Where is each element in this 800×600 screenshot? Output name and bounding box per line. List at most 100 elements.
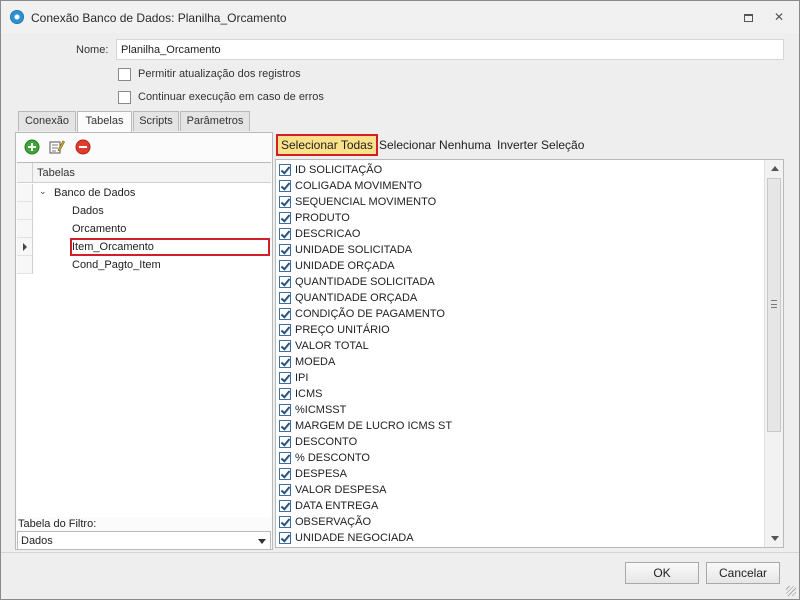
tree-node-dados[interactable]: Dados bbox=[72, 205, 104, 217]
select-all-button[interactable]: Selecionar Todas bbox=[276, 134, 378, 156]
field-item[interactable]: CONDIÇÃO DE PAGAMENTO bbox=[279, 306, 445, 322]
field-checkbox[interactable] bbox=[279, 468, 291, 480]
field-item[interactable]: MOEDA bbox=[279, 354, 335, 370]
field-item[interactable]: DATA ENTREGA bbox=[279, 498, 378, 514]
scroll-down-icon[interactable] bbox=[771, 536, 779, 541]
field-item[interactable]: COLIGADA MOVIMENTO bbox=[279, 178, 422, 194]
continue-on-error-option[interactable]: Continuar execução em caso de erros bbox=[118, 89, 324, 105]
row-selector-current[interactable] bbox=[17, 238, 33, 256]
resize-grip[interactable] bbox=[786, 586, 796, 596]
field-item[interactable]: VALOR TOTAL bbox=[279, 338, 369, 354]
field-item[interactable]: QUANTIDADE SOLICITADA bbox=[279, 274, 435, 290]
field-checkbox[interactable] bbox=[279, 276, 291, 288]
edit-icon[interactable] bbox=[49, 139, 65, 155]
field-item[interactable]: PREÇO UNITÁRIO bbox=[279, 322, 390, 338]
field-checkbox[interactable] bbox=[279, 340, 291, 352]
field-item[interactable]: DESCONTO bbox=[279, 434, 357, 450]
field-checkbox[interactable] bbox=[279, 516, 291, 528]
field-checkbox[interactable] bbox=[279, 500, 291, 512]
field-item[interactable]: ID SOLICITAÇÃO bbox=[279, 162, 382, 178]
field-item[interactable]: SEQUENCIAL MOVIMENTO bbox=[279, 194, 436, 210]
field-checkbox[interactable] bbox=[279, 228, 291, 240]
filter-selected-value: Dados bbox=[21, 535, 53, 547]
tab-tabelas[interactable]: Tabelas bbox=[77, 111, 132, 132]
tab-conexao[interactable]: Conexão bbox=[18, 111, 76, 131]
tab-scripts[interactable]: Scripts bbox=[133, 111, 179, 131]
field-checkbox[interactable] bbox=[279, 244, 291, 256]
tree-node-item-orcamento[interactable]: Item_Orcamento bbox=[72, 241, 154, 253]
vertical-scrollbar[interactable] bbox=[764, 160, 783, 547]
add-icon[interactable] bbox=[24, 139, 40, 155]
field-item[interactable]: %ICMSST bbox=[279, 402, 346, 418]
field-item[interactable]: DESCRICAO bbox=[279, 226, 360, 242]
field-label: VALOR TOTAL bbox=[295, 340, 369, 352]
field-checkbox[interactable] bbox=[279, 372, 291, 384]
filter-table-select[interactable]: Dados bbox=[17, 531, 271, 550]
field-checkbox[interactable] bbox=[279, 452, 291, 464]
field-checkbox[interactable] bbox=[279, 308, 291, 320]
field-checkbox[interactable] bbox=[279, 404, 291, 416]
field-item[interactable]: UNIDADE NEGOCIADA bbox=[279, 530, 414, 546]
field-checkbox[interactable] bbox=[279, 164, 291, 176]
dropdown-arrow-icon[interactable] bbox=[258, 539, 266, 544]
app-icon bbox=[10, 10, 24, 24]
restore-icon[interactable] bbox=[738, 7, 758, 27]
name-input[interactable] bbox=[116, 39, 784, 60]
field-item[interactable]: UNIDADE SOLICITADA bbox=[279, 242, 412, 258]
remove-icon[interactable] bbox=[75, 139, 91, 155]
row-selector[interactable] bbox=[17, 184, 33, 202]
row-selector[interactable] bbox=[17, 256, 33, 274]
field-checkbox[interactable] bbox=[279, 260, 291, 272]
field-label: ID SOLICITAÇÃO bbox=[295, 164, 383, 176]
field-label: SEQUENCIAL MOVIMENTO bbox=[295, 196, 437, 208]
scroll-thumb[interactable] bbox=[767, 178, 781, 432]
field-item[interactable]: QUANTIDADE ORÇADA bbox=[279, 290, 417, 306]
field-label: IPI bbox=[295, 372, 309, 384]
field-item[interactable]: MARGEM DE LUCRO ICMS ST bbox=[279, 418, 452, 434]
field-checkbox[interactable] bbox=[279, 212, 291, 224]
invert-selection-button[interactable]: Inverter Seleção bbox=[497, 134, 584, 156]
field-label: VALOR DESPESA bbox=[295, 484, 387, 496]
field-item[interactable]: VALOR DESPESA bbox=[279, 482, 387, 498]
field-checkbox[interactable] bbox=[279, 388, 291, 400]
tree-node-root[interactable]: Banco de Dados bbox=[54, 187, 135, 199]
field-checkbox[interactable] bbox=[279, 484, 291, 496]
field-item[interactable]: PRODUTO bbox=[279, 210, 350, 226]
field-item[interactable]: DESPESA bbox=[279, 466, 347, 482]
scroll-up-icon[interactable] bbox=[771, 166, 779, 171]
field-checkbox[interactable] bbox=[279, 196, 291, 208]
ok-button[interactable]: OK bbox=[625, 562, 699, 584]
field-item[interactable]: UNIDADE ORÇADA bbox=[279, 258, 395, 274]
field-checkbox[interactable] bbox=[279, 420, 291, 432]
cancel-button[interactable]: Cancelar bbox=[706, 562, 780, 584]
field-checkbox[interactable] bbox=[279, 180, 291, 192]
field-item[interactable]: ICMS bbox=[279, 386, 323, 402]
field-label: QUANTIDADE SOLICITADA bbox=[295, 276, 435, 288]
field-item[interactable]: IPI bbox=[279, 370, 308, 386]
field-checkbox[interactable] bbox=[279, 292, 291, 304]
field-checkbox[interactable] bbox=[279, 436, 291, 448]
field-label: %ICMSST bbox=[295, 404, 347, 416]
field-checkbox[interactable] bbox=[279, 324, 291, 336]
continue-on-error-label: Continuar execução em caso de erros bbox=[138, 91, 324, 103]
field-item[interactable]: OBSERVAÇÃO bbox=[279, 514, 371, 530]
field-label: DESCRICAO bbox=[295, 228, 361, 240]
collapse-icon[interactable]: ⌄ bbox=[39, 186, 47, 197]
field-label: OBSERVAÇÃO bbox=[295, 516, 372, 528]
row-selector[interactable] bbox=[17, 220, 33, 238]
continue-on-error-checkbox[interactable] bbox=[118, 90, 131, 104]
field-item[interactable]: % DESCONTO bbox=[279, 450, 370, 466]
field-label: COLIGADA MOVIMENTO bbox=[295, 180, 422, 192]
close-icon[interactable]: ✕ bbox=[769, 7, 789, 27]
tree-node-orcamento[interactable]: Orcamento bbox=[72, 223, 126, 235]
select-none-button[interactable]: Selecionar Nenhuma bbox=[379, 134, 491, 156]
tab-parametros[interactable]: Parâmetros bbox=[180, 111, 250, 131]
field-checkbox[interactable] bbox=[279, 356, 291, 368]
allow-update-option[interactable]: Permitir atualização dos registros bbox=[118, 66, 301, 82]
allow-update-checkbox[interactable] bbox=[118, 67, 131, 81]
field-checkbox[interactable] bbox=[279, 532, 291, 544]
row-selector[interactable] bbox=[17, 202, 33, 220]
tree-node-cond-pagto-item[interactable]: Cond_Pagto_Item bbox=[72, 259, 161, 271]
filter-label: Tabela do Filtro: bbox=[18, 518, 97, 530]
field-label: CONDIÇÃO DE PAGAMENTO bbox=[295, 308, 445, 320]
